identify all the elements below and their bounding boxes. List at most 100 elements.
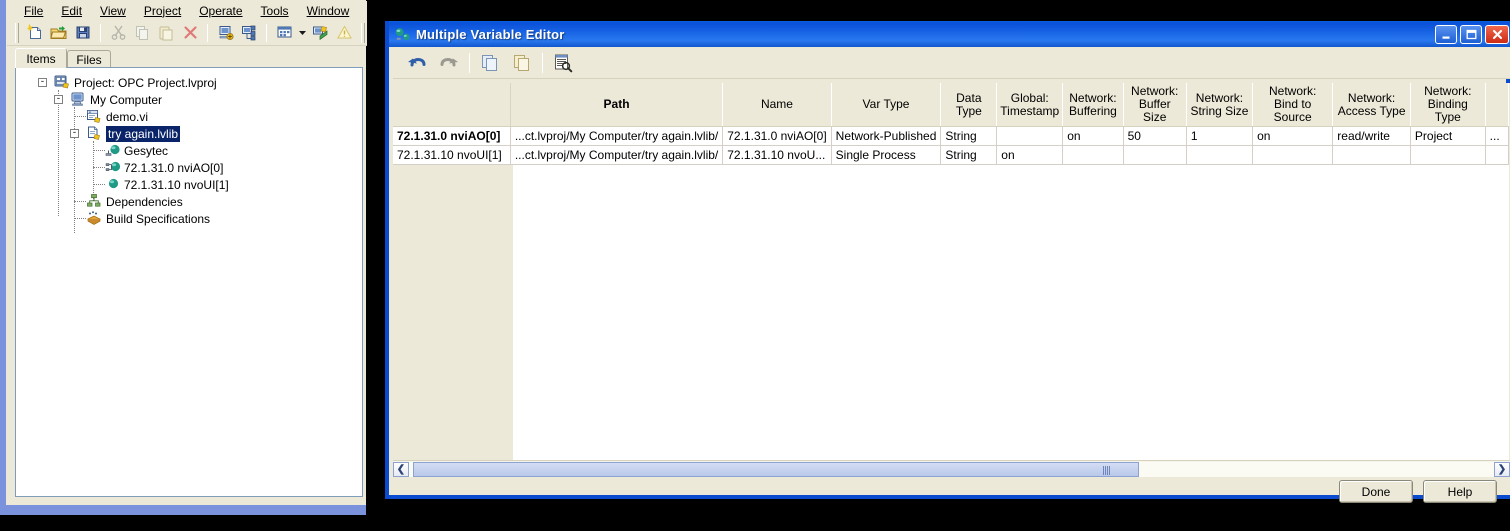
toolbar-grip-end[interactable] bbox=[361, 22, 365, 43]
scroll-right-button[interactable]: ❯ bbox=[1494, 461, 1510, 477]
project-tree-panel[interactable]: - Project: OPC Project.lvproj - My Compu… bbox=[15, 67, 363, 497]
cell-overflow-0[interactable]: ... bbox=[1485, 126, 1509, 146]
scrollbar-track[interactable] bbox=[409, 461, 1494, 477]
header-path[interactable]: Path bbox=[510, 83, 724, 127]
help-button[interactable]: Help bbox=[1423, 480, 1497, 503]
horizontal-scrollbar[interactable]: ❮ ❯ bbox=[393, 460, 1510, 477]
open-folder-icon[interactable] bbox=[47, 22, 71, 44]
tree-label-nviao: 72.1.31.0 nviAO[0] bbox=[124, 160, 224, 175]
cell-path-1[interactable]: ...ct.lvproj/My Computer/try again.lvlib… bbox=[510, 145, 724, 165]
tree-item-demo-vi[interactable]: demo.vi bbox=[16, 108, 362, 125]
minimize-button[interactable] bbox=[1435, 25, 1457, 44]
tab-files[interactable]: Files bbox=[67, 50, 111, 68]
header-vartype[interactable]: Var Type bbox=[831, 83, 942, 127]
cell-netbuffering-1 bbox=[1062, 145, 1124, 165]
tab-items[interactable]: Items bbox=[15, 48, 67, 68]
variable-editor-icon bbox=[394, 26, 411, 43]
cell-name-0[interactable]: 72.1.31.0 nviAO[0] bbox=[722, 126, 832, 146]
table-row[interactable]: 72.1.31.10 nvoUI[1] ...ct.lvproj/My Comp… bbox=[393, 145, 1509, 165]
cell-netaccesstype-0[interactable]: read/write bbox=[1332, 126, 1411, 146]
expander-my-computer[interactable]: - bbox=[54, 95, 63, 104]
menu-view[interactable]: View bbox=[91, 2, 135, 20]
scrollbar-thumb[interactable] bbox=[413, 461, 1139, 477]
menu-file[interactable]: File bbox=[15, 2, 52, 20]
header-global-timestamp[interactable]: Global: Timestamp bbox=[996, 83, 1064, 127]
tree-item-try-again-lvlib[interactable]: - try again.lvlib bbox=[16, 125, 362, 142]
cell-vartype-1[interactable]: Single Process bbox=[831, 145, 942, 165]
paste-icon[interactable] bbox=[154, 22, 178, 44]
menu-project[interactable]: Project bbox=[135, 2, 190, 20]
tree-item-build-specifications[interactable]: Build Specifications bbox=[16, 210, 362, 227]
save-icon[interactable] bbox=[71, 22, 95, 44]
expander-try-again-lvlib[interactable]: - bbox=[70, 129, 79, 138]
tree-item-nvoui[interactable]: 72.1.31.10 nvoUI[1] bbox=[16, 176, 362, 193]
header-network-access-type[interactable]: Network: Access Type bbox=[1332, 83, 1411, 127]
undo-icon[interactable] bbox=[401, 50, 433, 76]
cell-netbindtosource-1 bbox=[1252, 145, 1334, 165]
tree-item-project[interactable]: - Project: OPC Project.lvproj bbox=[16, 74, 362, 91]
new-vi-icon[interactable] bbox=[23, 22, 47, 44]
grid-view-icon[interactable] bbox=[272, 22, 296, 44]
cell-path-0[interactable]: ...ct.lvproj/My Computer/try again.lvlib… bbox=[509, 126, 724, 146]
tree-item-dependencies[interactable]: Dependencies bbox=[16, 193, 362, 210]
cell-datatype-0[interactable]: String bbox=[940, 126, 998, 146]
cell-overflow-1 bbox=[1485, 145, 1509, 165]
copy-icon[interactable] bbox=[474, 50, 506, 76]
header-network-buffering[interactable]: Network: Buffering bbox=[1062, 83, 1124, 127]
row-header-1[interactable]: 72.1.31.10 nvoUI[1] bbox=[393, 145, 511, 165]
cell-netstringsize-0[interactable]: 1 bbox=[1186, 126, 1254, 146]
copy-icon[interactable] bbox=[130, 22, 154, 44]
menu-window[interactable]: Window bbox=[298, 2, 359, 20]
header-datatype[interactable]: Data Type bbox=[940, 83, 998, 127]
variable-table[interactable]: Path Name Var Type Data Type Global: Time… bbox=[393, 83, 1510, 460]
deploy-icon[interactable] bbox=[308, 22, 332, 44]
maximize-button[interactable] bbox=[1460, 25, 1482, 44]
cut-icon[interactable] bbox=[106, 22, 130, 44]
menu-operate[interactable]: Operate bbox=[190, 2, 251, 20]
tree-item-nviao[interactable]: 72.1.31.0 nviAO[0] bbox=[16, 159, 362, 176]
header-network-binding-type[interactable]: Network: Binding Type bbox=[1410, 83, 1486, 127]
menu-tools[interactable]: Tools bbox=[252, 2, 298, 20]
menu-help[interactable]: Help bbox=[358, 2, 401, 20]
expander-project[interactable]: - bbox=[38, 78, 47, 87]
dialog-title-bar[interactable]: Multiple Variable Editor bbox=[389, 21, 1510, 47]
row-header-0[interactable]: 72.1.31.0 nviAO[0] bbox=[393, 126, 511, 146]
header-network-bind-to-source[interactable]: Network: Bind to Source bbox=[1252, 83, 1334, 127]
header-global-line1: Global: bbox=[1010, 90, 1049, 105]
scroll-left-button[interactable]: ❮ bbox=[393, 461, 409, 477]
chevron-down-icon[interactable] bbox=[296, 22, 308, 44]
tree-line bbox=[74, 201, 86, 202]
warning-icon[interactable] bbox=[332, 22, 356, 44]
cell-vartype-0[interactable]: Network-Published bbox=[831, 126, 942, 146]
header-name[interactable]: Name bbox=[722, 83, 832, 127]
toolbar-grip[interactable] bbox=[15, 22, 19, 43]
redo-icon[interactable] bbox=[433, 50, 465, 76]
delete-x-icon[interactable] bbox=[178, 22, 202, 44]
close-button[interactable] bbox=[1485, 25, 1509, 44]
cell-datatype-1[interactable]: String bbox=[940, 145, 998, 165]
header-network-buffer-size[interactable]: Network: Buffer Size bbox=[1123, 83, 1187, 127]
menu-edit[interactable]: Edit bbox=[52, 2, 91, 20]
menu-window-label: Window bbox=[306, 3, 350, 18]
cell-netbuffersize-0[interactable]: 50 bbox=[1123, 126, 1187, 146]
cell-netbindtosource-0[interactable]: on bbox=[1252, 126, 1334, 146]
find-variable-icon[interactable] bbox=[547, 50, 579, 76]
cell-globaltimestamp-1[interactable]: on bbox=[996, 145, 1064, 165]
cell-netbindingtype-0[interactable]: Project bbox=[1410, 126, 1486, 146]
labview-project-window: File Edit View Project Operate Tools Win… bbox=[0, 0, 392, 515]
paste-icon[interactable] bbox=[506, 50, 538, 76]
tree-item-my-computer[interactable]: - My Computer bbox=[16, 91, 362, 108]
new-target-icon[interactable] bbox=[213, 22, 237, 44]
cell-name-1[interactable]: 72.1.31.10 nvoU... bbox=[722, 145, 832, 165]
header-corner[interactable] bbox=[393, 83, 511, 127]
done-button[interactable]: Done bbox=[1339, 480, 1413, 503]
header-network-string-size[interactable]: Network: String Size bbox=[1186, 83, 1254, 127]
table-row[interactable]: 72.1.31.0 nviAO[0] ...ct.lvproj/My Compu… bbox=[393, 126, 1509, 146]
build-icon[interactable] bbox=[237, 22, 261, 44]
vi-icon bbox=[86, 108, 102, 124]
menu-tools-label: Tools bbox=[260, 3, 289, 18]
tree-item-gesytec[interactable]: Gesytec bbox=[16, 142, 362, 159]
menu-view-label: View bbox=[100, 3, 126, 18]
header-overflow[interactable] bbox=[1485, 83, 1509, 127]
cell-netbuffering-0[interactable]: on bbox=[1062, 126, 1124, 146]
